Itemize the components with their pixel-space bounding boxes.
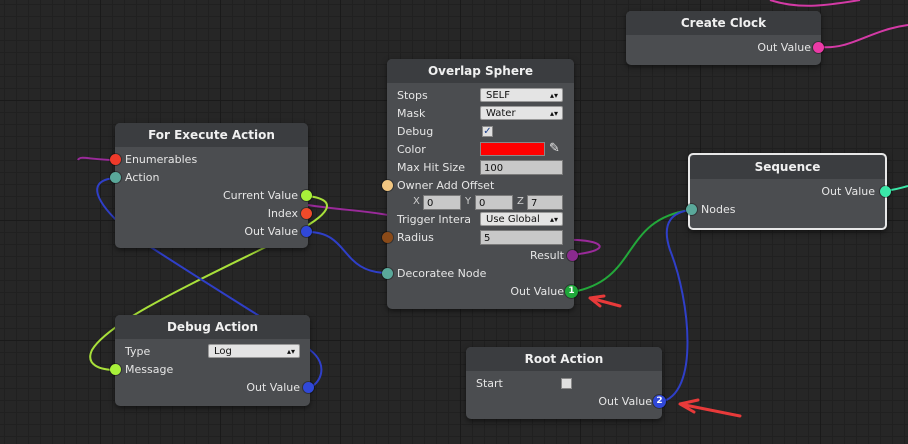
enumerables-port[interactable] [110, 154, 121, 165]
sequence-node[interactable]: Sequence Out Value Nodes [686, 153, 891, 230]
debug-label: Debug [397, 125, 434, 138]
owner-offset-port[interactable] [382, 180, 393, 191]
color-label: Color [397, 143, 426, 156]
create-clock-out-label: Out Value [757, 41, 811, 54]
sequence-title: Sequence [690, 155, 885, 179]
radius-port[interactable] [382, 232, 393, 243]
root-out-port[interactable]: 2 [653, 395, 666, 408]
index-label: Index [267, 207, 298, 220]
debug-checkbox[interactable]: ✓ [482, 126, 493, 137]
sequence-out-port[interactable] [880, 186, 891, 197]
nodes-label: Nodes [701, 203, 736, 216]
wire-root-out-to-nodes [659, 209, 691, 403]
result-port[interactable] [567, 250, 578, 261]
for-execute-node[interactable]: For Execute Action Enumerables Action Cu… [110, 123, 312, 248]
current-value-label: Current Value [222, 189, 298, 202]
y-axis-label: Y [465, 196, 472, 207]
chevron-updown-icon: ▴▾ [286, 347, 295, 356]
type-value: Log [214, 346, 232, 357]
root-action-node[interactable]: Root Action Start Out Value 2 [466, 347, 666, 419]
radius-field[interactable]: 5 [480, 230, 563, 245]
result-label: Result [530, 249, 564, 262]
eyedropper-icon[interactable]: ✎ [549, 141, 560, 157]
for-execute-out-label: Out Value [244, 225, 298, 238]
decoratee-port[interactable] [382, 268, 393, 279]
action-port[interactable] [110, 172, 121, 183]
max-hit-field[interactable]: 100 [480, 160, 563, 175]
mask-dropdown[interactable]: Water ▴▾ [480, 106, 563, 120]
overlap-sphere-node[interactable]: Overlap Sphere Stops SELF ▴▾ Mask Water … [382, 59, 578, 309]
stops-dropdown[interactable]: SELF ▴▾ [480, 88, 563, 102]
color-swatch[interactable] [480, 142, 545, 156]
sequence-out-label: Out Value [821, 185, 875, 198]
wire-out-to-decoratee [307, 231, 389, 274]
chevron-updown-icon: ▴▾ [549, 109, 558, 118]
trigger-dropdown[interactable]: Use Global ▴▾ [480, 212, 563, 226]
decoratee-label: Decoratee Node [397, 267, 487, 280]
create-clock-title: Create Clock [626, 11, 821, 35]
radius-label: Radius [397, 231, 434, 244]
root-action-title: Root Action [466, 347, 662, 371]
y-field[interactable]: 0 [475, 195, 513, 210]
chevron-updown-icon: ▴▾ [549, 215, 558, 224]
mask-label: Mask [397, 107, 426, 120]
trigger-value: Use Global [486, 214, 540, 225]
z-axis-label: Z [517, 196, 524, 207]
start-label: Start [476, 377, 503, 390]
message-port[interactable] [110, 364, 121, 375]
sphere-out-port[interactable]: 1 [565, 285, 578, 298]
stops-label: Stops [397, 89, 428, 102]
debug-out-label: Out Value [246, 381, 300, 394]
annotation-red-arrow-2 [678, 398, 742, 418]
chevron-updown-icon: ▴▾ [549, 91, 558, 100]
index-port[interactable] [301, 208, 312, 219]
debug-out-port[interactable] [303, 382, 314, 393]
for-execute-out-port[interactable] [301, 226, 312, 237]
wire-clock-pink [769, 0, 861, 7]
overlap-sphere-title: Overlap Sphere [387, 59, 574, 83]
annotation-red-arrow-1 [588, 294, 622, 308]
z-field[interactable]: 7 [527, 195, 563, 210]
current-value-port[interactable] [301, 190, 312, 201]
create-clock-out-port[interactable] [813, 42, 824, 53]
type-dropdown[interactable]: Log ▴▾ [208, 344, 300, 358]
sphere-out-label: Out Value [510, 285, 564, 298]
wire-result-purple [307, 204, 389, 216]
debug-action-title: Debug Action [115, 315, 310, 339]
mask-value: Water [486, 108, 516, 119]
for-execute-title: For Execute Action [115, 123, 308, 147]
root-out-label: Out Value [598, 395, 652, 408]
type-label: Type [125, 345, 151, 358]
max-hit-label: Max Hit Size [397, 161, 465, 174]
trigger-label: Trigger Intera [397, 213, 471, 226]
x-axis-label: X [413, 196, 420, 207]
start-checkbox[interactable] [561, 378, 572, 389]
debug-action-node[interactable]: Debug Action Type Log ▴▾ Message Out Val… [110, 315, 314, 406]
stops-value: SELF [486, 90, 510, 101]
message-label: Message [125, 363, 174, 376]
create-clock-node[interactable]: Create Clock Out Value [626, 11, 824, 65]
owner-offset-label: Owner Add Offset [397, 179, 495, 192]
x-field[interactable]: 0 [423, 195, 461, 210]
enumerables-label: Enumerables [125, 153, 198, 166]
action-label: Action [125, 171, 160, 184]
wire-clock-out [820, 24, 908, 49]
nodes-port[interactable] [686, 204, 697, 215]
